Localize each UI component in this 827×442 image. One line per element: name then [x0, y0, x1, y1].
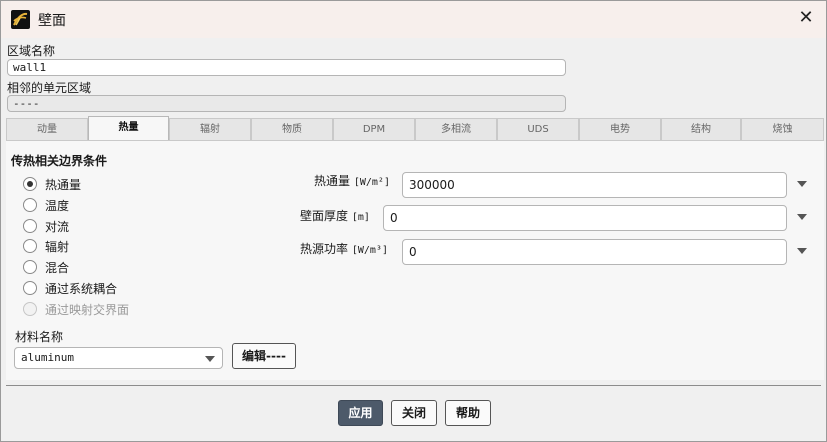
title-bar: 壁面 ✕ [1, 1, 826, 38]
chevron-down-icon[interactable] [797, 214, 807, 220]
heat-flux-label: 热通量 [W/m²] [314, 174, 390, 188]
close-button[interactable]: 关闭 [391, 400, 437, 426]
radio-button[interactable] [23, 260, 37, 274]
close-icon[interactable]: ✕ [797, 9, 815, 27]
unit-text: [W/m²] [353, 177, 390, 188]
chevron-down-icon[interactable] [797, 248, 807, 254]
unit-text: [W/m³] [351, 245, 388, 256]
radio-label: 通过映射交界面 [45, 303, 130, 317]
tab-potential[interactable]: 电势 [579, 118, 661, 140]
tab-dpm[interactable]: DPM [333, 118, 415, 140]
window-title: 壁面 [38, 13, 66, 29]
tab-thermal[interactable]: 热量 [88, 116, 169, 140]
material-label: 材料名称 [15, 330, 64, 344]
material-select[interactable]: aluminum [14, 347, 223, 369]
edit-material-button[interactable]: 编辑---- [232, 343, 296, 369]
material-value: aluminum [21, 351, 74, 364]
unit-text: [m] [351, 212, 370, 223]
divider [6, 385, 821, 386]
chevron-down-icon[interactable] [797, 181, 807, 187]
help-button[interactable]: 帮助 [445, 400, 491, 426]
radio-label: 热通量 [45, 178, 82, 192]
adjacent-zone-field: ---- [7, 95, 566, 112]
boundary-dialog: 壁面 ✕ 区域名称 wall1 相邻的单元区域 ---- 动量 热量 辐射 物质… [0, 0, 827, 442]
radio-label: 对流 [45, 220, 70, 234]
radio-button[interactable] [23, 177, 37, 191]
zone-name-input[interactable]: wall1 [7, 59, 566, 76]
heat-flux-input[interactable]: 300000 [402, 172, 787, 198]
radio-button[interactable] [23, 198, 37, 212]
tab-species[interactable]: 物质 [251, 118, 333, 140]
tab-uds[interactable]: UDS [497, 118, 579, 140]
radio-label: 温度 [45, 199, 70, 213]
tab-structure[interactable]: 结构 [661, 118, 741, 140]
heat-source-label: 热源功率 [W/m³] [300, 242, 388, 256]
radio-label: 辐射 [45, 240, 70, 254]
app-logo-icon [11, 10, 30, 29]
thermal-group-title: 传热相关边界条件 [11, 154, 108, 168]
chevron-down-icon[interactable] [205, 356, 215, 362]
wall-thickness-label: 壁面厚度 [m] [300, 209, 370, 223]
zone-name-label: 区域名称 [7, 44, 56, 58]
tab-ablation[interactable]: 烧蚀 [741, 118, 824, 140]
tab-bar: 动量 热量 辐射 物质 DPM 多相流 UDS 电势 结构 烧蚀 [6, 116, 824, 140]
radio-label: 混合 [45, 261, 70, 275]
apply-button[interactable]: 应用 [338, 400, 383, 426]
wall-thickness-input[interactable]: 0 [383, 205, 787, 231]
radio-button[interactable] [23, 281, 37, 295]
tab-momentum[interactable]: 动量 [6, 118, 88, 140]
tab-multiphase[interactable]: 多相流 [415, 118, 497, 140]
radio-button[interactable] [23, 219, 37, 233]
radio-button[interactable] [23, 239, 37, 253]
radio-button [23, 302, 37, 316]
radio-label: 通过系统耦合 [45, 282, 118, 296]
adjacent-zone-label: 相邻的单元区域 [7, 81, 92, 95]
tab-radiation[interactable]: 辐射 [169, 118, 251, 140]
heat-source-input[interactable]: 0 [402, 239, 787, 265]
